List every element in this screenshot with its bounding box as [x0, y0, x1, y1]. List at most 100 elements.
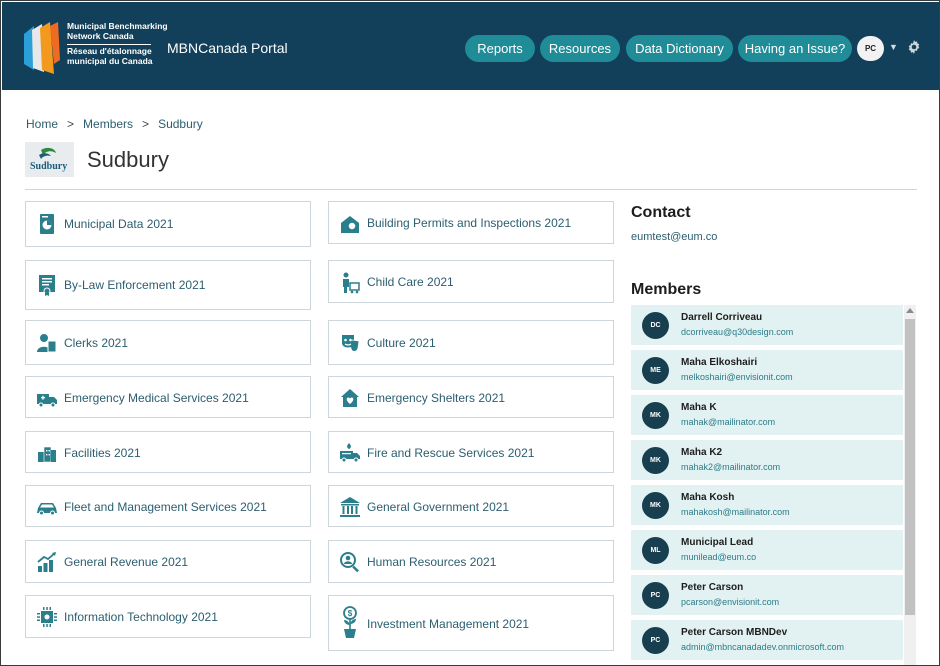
member-email[interactable]: munilead@eum.co [681, 552, 756, 562]
member-email[interactable]: mahak2@mailinator.com [681, 462, 780, 472]
member-name: Peter Carson [681, 582, 744, 593]
header-divider [25, 189, 917, 190]
chevron-down-icon[interactable]: ▼ [889, 42, 898, 52]
report-card-label: By-Law Enforcement 2021 [64, 278, 206, 292]
app-window: Municipal Benchmarking Network Canada Ré… [0, 0, 940, 666]
user-avatar[interactable]: PC [857, 36, 884, 61]
member-item[interactable]: MK Maha Kosh mahakosh@mailinator.com [631, 485, 903, 525]
report-card-clerks[interactable]: Clerks 2021 [25, 320, 311, 365]
user-search-icon [340, 552, 359, 573]
portal-title[interactable]: MBNCanada Portal [167, 40, 288, 56]
municipality-logo: Sudbury [25, 142, 74, 177]
logo-line: Network Canada [67, 30, 134, 41]
sudbury-logo-text: Sudbury [30, 161, 67, 172]
report-card-general-revenue[interactable]: General Revenue 2021 [25, 540, 311, 583]
header-bar: Municipal Benchmarking Network Canada Ré… [2, 2, 939, 90]
revenue-chart-icon [37, 552, 56, 572]
page-title: Sudbury [87, 147, 169, 172]
member-name: Maha K2 [681, 447, 723, 458]
svg-text:$: $ [348, 609, 353, 618]
report-card-label: General Government 2021 [367, 500, 510, 514]
breadcrumb-home-link[interactable]: Home [26, 117, 58, 131]
report-card-label: Municipal Data 2021 [64, 217, 174, 231]
mbn-logo-icon[interactable] [20, 20, 60, 74]
money-plant-icon: $ [343, 606, 357, 638]
member-email[interactable]: melkoshairi@envisionit.com [681, 372, 793, 382]
report-card-label: Facilities 2021 [64, 446, 141, 460]
member-name: Maha Kosh [681, 492, 735, 503]
report-card-culture[interactable]: Culture 2021 [328, 320, 614, 365]
member-item[interactable]: MK Maha K mahak@mailinator.com [631, 395, 903, 435]
clerk-icon [37, 334, 57, 353]
report-card-bylaw-enforcement[interactable]: By-Law Enforcement 2021 [25, 260, 311, 310]
breadcrumb-separator: > [67, 117, 75, 131]
member-item[interactable]: ML Municipal Lead munilead@eum.co [631, 530, 903, 570]
member-email[interactable]: mahakosh@mailinator.com [681, 507, 790, 517]
report-card-label: Information Technology 2021 [64, 610, 218, 624]
report-card-investment-management[interactable]: $ Investment Management 2021 [328, 595, 614, 651]
report-card-label: Emergency Shelters 2021 [367, 391, 506, 405]
report-card-emergency-shelters[interactable]: Emergency Shelters 2021 [328, 376, 614, 418]
member-name: Peter Carson MBNDev [681, 627, 788, 638]
nav-reports-button[interactable]: Reports [465, 35, 535, 62]
logo-text: Municipal Benchmarking Network Canada Ré… [67, 21, 168, 66]
report-card-building-permits[interactable]: Building Permits and Inspections 2021 [328, 201, 614, 244]
member-avatar: MK [642, 492, 669, 519]
contact-heading: Contact [631, 204, 691, 221]
breadcrumb-members-link[interactable]: Members [83, 117, 133, 131]
buildings-icon [38, 446, 56, 463]
report-card-fire-rescue[interactable]: Fire and Rescue Services 2021 [328, 431, 614, 473]
scroll-up-arrow-icon[interactable] [906, 308, 914, 313]
data-icon [40, 214, 54, 234]
member-name: Darrell Corriveau [681, 312, 763, 323]
nav-data-dictionary-button[interactable]: Data Dictionary [626, 35, 733, 62]
report-card-label: Culture 2021 [367, 336, 436, 350]
contact-email-link[interactable]: eumtest@eum.co [631, 231, 717, 243]
report-card-label: Clerks 2021 [64, 336, 129, 350]
logo-line: municipal du Canada [67, 55, 153, 66]
breadcrumb-current: Sudbury [158, 117, 203, 131]
member-name: Maha Elkoshairi [681, 357, 758, 368]
chip-icon [37, 607, 57, 627]
breadcrumb-separator: > [142, 117, 150, 131]
report-card-information-technology[interactable]: Information Technology 2021 [25, 595, 311, 638]
member-avatar: MK [642, 402, 669, 429]
fire-truck-icon [340, 443, 360, 463]
report-card-human-resources[interactable]: Human Resources 2021 [328, 540, 614, 583]
nav-resources-button[interactable]: Resources [540, 35, 620, 62]
report-card-fleet-management[interactable]: Fleet and Management Services 2021 [25, 485, 311, 527]
report-card-municipal-data[interactable]: Municipal Data 2021 [25, 201, 311, 247]
report-card-child-care[interactable]: Child Care 2021 [328, 260, 614, 303]
nav-having-an-issue-button[interactable]: Having an Issue? [738, 35, 852, 62]
member-email[interactable]: dcorriveau@q30design.com [681, 327, 793, 337]
member-item[interactable]: MK Maha K2 mahak2@mailinator.com [631, 440, 903, 480]
certificate-icon [39, 275, 55, 296]
member-avatar: PC [642, 582, 669, 609]
member-email[interactable]: mahak@mailinator.com [681, 417, 775, 427]
member-avatar: MK [642, 447, 669, 474]
member-item[interactable]: ME Maha Elkoshairi melkoshairi@envisioni… [631, 350, 903, 390]
members-scrollbar-thumb[interactable] [905, 319, 915, 615]
breadcrumb: Home > Members > Sudbury [26, 117, 203, 131]
report-card-label: General Revenue 2021 [64, 555, 189, 569]
member-item[interactable]: DC Darrell Corriveau dcorriveau@q30desig… [631, 305, 903, 345]
member-name: Maha K [681, 402, 717, 413]
report-card-facilities[interactable]: Facilities 2021 [25, 431, 311, 473]
building-inspection-icon [341, 216, 359, 234]
gear-icon[interactable] [907, 40, 921, 54]
report-card-label: Human Resources 2021 [367, 555, 497, 569]
report-card-label: Child Care 2021 [367, 275, 454, 289]
report-card-general-government[interactable]: General Government 2021 [328, 485, 614, 527]
members-list: DC Darrell Corriveau dcorriveau@q30desig… [631, 305, 916, 665]
member-email[interactable]: pcarson@envisionit.com [681, 597, 779, 607]
member-item[interactable]: PC Peter Carson pcarson@envisionit.com [631, 575, 903, 615]
members-scrollbar[interactable] [904, 305, 916, 665]
report-card-emergency-medical[interactable]: Emergency Medical Services 2021 [25, 376, 311, 418]
report-card-label: Emergency Medical Services 2021 [64, 391, 249, 405]
member-email[interactable]: admin@mbncanadadev.onmicrosoft.com [681, 642, 844, 652]
member-avatar: ML [642, 537, 669, 564]
ambulance-icon [37, 394, 57, 408]
member-item[interactable]: PC Peter Carson MBNDev admin@mbncanadade… [631, 620, 903, 660]
report-card-label: Fleet and Management Services 2021 [64, 500, 267, 514]
child-care-icon [343, 272, 360, 294]
